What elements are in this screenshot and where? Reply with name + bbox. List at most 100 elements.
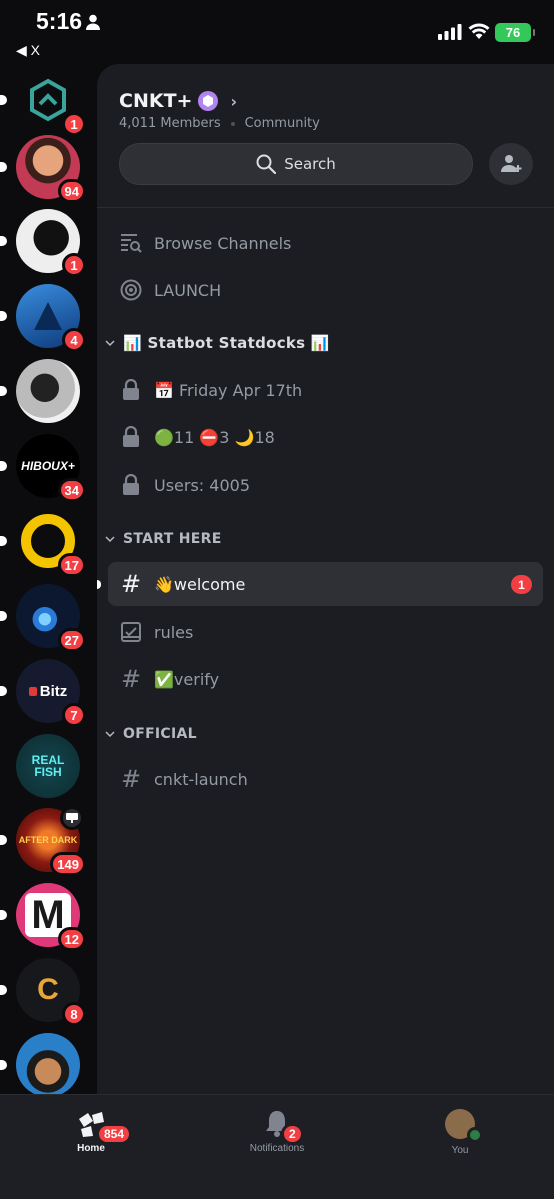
guild-badge: 27 xyxy=(57,628,86,652)
browse-channels-icon xyxy=(119,233,143,253)
online-status-indicator xyxy=(467,1127,483,1143)
channel-rules[interactable]: rules xyxy=(119,617,193,647)
category-official[interactable]: OFFICIAL xyxy=(105,726,197,742)
chevron-right-icon: › xyxy=(230,91,238,111)
search-icon xyxy=(256,154,277,174)
tab-home[interactable]: Home 854 xyxy=(31,1109,151,1154)
lock-icon xyxy=(119,426,143,448)
unread-indicator xyxy=(0,910,7,920)
launch-label: LAUNCH xyxy=(154,280,222,300)
guild-7[interactable]: 17 xyxy=(0,509,86,577)
mention-badge: 1 xyxy=(511,575,532,594)
channel-label: 🟢11 ⛔3 🌙18 xyxy=(154,427,275,447)
unread-indicator xyxy=(0,95,7,105)
clock: 5:16 xyxy=(36,8,83,34)
guild-4[interactable]: 4 xyxy=(0,284,86,352)
search-button[interactable]: Search xyxy=(119,143,473,185)
unread-indicator xyxy=(0,461,7,471)
guild-badge: 17 xyxy=(57,553,86,577)
lock-icon xyxy=(119,474,143,496)
category-statbot[interactable]: 📊 Statbot Statdocks 📊 xyxy=(105,334,330,352)
rules-icon xyxy=(119,622,143,642)
unread-indicator xyxy=(0,536,7,546)
bitz-logo-icon xyxy=(28,686,37,696)
guild-bitz[interactable]: Bitz 7 xyxy=(0,659,86,727)
chevron-down-icon xyxy=(105,536,115,543)
guild-hiboux[interactable]: HIBOUX+ 34 xyxy=(0,434,86,502)
launch-stage-channel[interactable]: LAUNCH xyxy=(119,275,221,305)
wifi-icon xyxy=(468,23,490,39)
guild-icon-text: C xyxy=(37,973,59,1006)
browse-channels-item[interactable]: Browse Channels xyxy=(119,228,291,258)
unread-indicator xyxy=(0,686,7,696)
hashtag-icon: # xyxy=(120,765,142,793)
notifications-badge: 2 xyxy=(281,1123,304,1145)
channel-date[interactable]: 📅 Friday Apr 17th xyxy=(119,375,302,405)
guild-badge: 34 xyxy=(57,478,86,502)
channel-status-counts[interactable]: 🟢11 ⛔3 🌙18 xyxy=(119,422,275,452)
stage-icon xyxy=(119,279,143,301)
guild-icon xyxy=(16,1033,80,1094)
guild-3[interactable]: 1 xyxy=(0,209,86,277)
user-avatar xyxy=(445,1109,483,1143)
guild-icon-text: REAL FISH xyxy=(31,753,65,779)
channel-cnkt-launch[interactable]: # cnkt-launch xyxy=(119,764,248,794)
guild-m[interactable]: M 12 xyxy=(0,883,86,951)
server-type: Community xyxy=(244,116,320,131)
guild-badge: 8 xyxy=(62,1002,86,1026)
guild-c[interactable]: C 8 xyxy=(0,958,86,1026)
guild-icon: REAL FISH xyxy=(16,734,80,798)
chevron-down-icon xyxy=(105,340,115,347)
tab-label: You xyxy=(451,1145,469,1156)
invite-members-button[interactable] xyxy=(489,143,533,185)
tab-you[interactable]: You xyxy=(400,1109,520,1156)
category-start-here[interactable]: START HERE xyxy=(105,531,222,547)
channel-welcome[interactable]: # 👋welcome xyxy=(119,569,245,599)
status-bar: 5:16 ◀ X 76 xyxy=(0,0,554,62)
guild-icon-text: AFTER DARK xyxy=(18,835,78,845)
battery-indicator: 76 xyxy=(495,23,535,42)
guild-afterdark[interactable]: AFTER DARK 149 xyxy=(0,806,86,876)
member-count: 4,011 Members xyxy=(119,116,221,131)
hashtag-icon: # xyxy=(120,570,142,598)
guild-badge: 4 xyxy=(62,328,86,352)
browse-channels-label: Browse Channels xyxy=(154,233,292,253)
guild-icon-text: Bitz xyxy=(39,682,68,700)
guild-1[interactable]: 1 xyxy=(0,68,86,136)
cellular-signal-icon xyxy=(438,24,462,40)
home-badge: 854 xyxy=(96,1123,133,1145)
channel-label: rules xyxy=(154,622,194,642)
lock-icon xyxy=(119,379,143,401)
tab-label: Home xyxy=(77,1143,105,1154)
category-label: OFFICIAL xyxy=(123,726,197,742)
unread-indicator xyxy=(0,1060,7,1070)
guild-realfish[interactable]: REAL FISH xyxy=(16,734,80,798)
guild-icon-text: HIBOUX+ xyxy=(21,459,75,473)
unread-indicator xyxy=(0,835,7,845)
unread-indicator xyxy=(0,386,7,396)
guild-icon xyxy=(16,359,80,423)
server-meta: 4,011 Members Community xyxy=(119,116,320,131)
channel-panel: CNKT+ › 4,011 Members Community Search B… xyxy=(97,64,554,1094)
category-label: START HERE xyxy=(123,531,222,547)
guild-badge: 12 xyxy=(57,927,86,951)
channel-label: 👋welcome xyxy=(154,574,246,594)
guild-5[interactable] xyxy=(0,359,80,423)
channel-verify[interactable]: # ✅verify xyxy=(119,664,219,694)
channel-users-count[interactable]: Users: 4005 xyxy=(119,470,250,500)
guild-14[interactable] xyxy=(0,1033,80,1094)
header-divider xyxy=(97,207,554,208)
unread-indicator xyxy=(97,580,101,589)
person-icon xyxy=(86,14,100,30)
search-label: Search xyxy=(284,155,336,173)
guild-badge: 149 xyxy=(50,852,86,876)
guild-2[interactable]: 94 xyxy=(0,135,86,203)
boost-icon xyxy=(198,91,219,111)
unread-indicator xyxy=(0,985,7,995)
channel-label: 📅 Friday Apr 17th xyxy=(154,380,303,400)
guild-8[interactable]: 27 xyxy=(0,584,86,652)
back-to-app-button[interactable]: ◀ X xyxy=(16,42,40,59)
server-header[interactable]: CNKT+ › xyxy=(119,90,237,112)
tab-notifications[interactable]: Notifications 2 xyxy=(217,1109,337,1154)
guild-badge: 1 xyxy=(62,112,86,136)
